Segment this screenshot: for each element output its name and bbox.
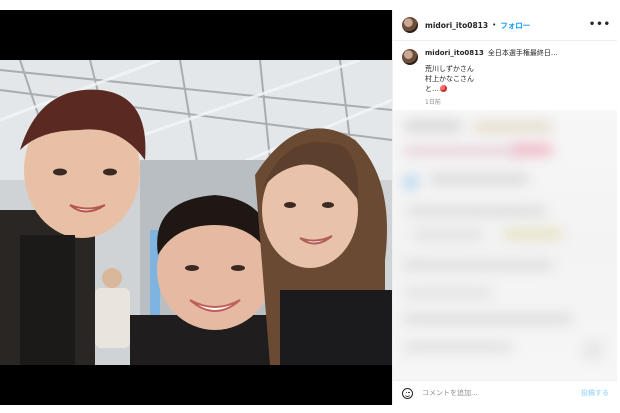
emoji-smile-icon[interactable]: [402, 387, 413, 399]
caption-avatar[interactable]: [402, 49, 418, 65]
follow-button[interactable]: フォロー: [500, 20, 530, 31]
post-media[interactable]: [0, 10, 392, 405]
comment-bar: 投稿する: [393, 380, 617, 405]
separator-dot: •: [492, 21, 497, 29]
post-photo: [0, 60, 392, 365]
red-heart-emoji: [440, 85, 447, 92]
more-options-icon[interactable]: •••: [589, 19, 611, 30]
caption-username[interactable]: midori_ito0813: [425, 49, 484, 57]
post-sidebar: midori_ito0813 • フォロー ••• midori_ito0813…: [392, 10, 617, 405]
profile-avatar[interactable]: [402, 17, 418, 33]
post-header: midori_ito0813 • フォロー •••: [393, 10, 617, 41]
selfie-photo: [0, 60, 392, 365]
caption: midori_ito0813 全日本選手権最終日… 荒川しずかさん 村上かなこさん…: [402, 48, 612, 108]
username-link[interactable]: midori_ito0813: [425, 21, 488, 30]
caption-line-2: 荒川しずかさん: [425, 65, 474, 73]
caption-line-1: 全日本選手権最終日…: [487, 49, 558, 57]
comment-input[interactable]: [420, 388, 574, 398]
caption-line-3: 村上かなこさん: [425, 75, 474, 83]
post-comment-button[interactable]: 投稿する: [581, 388, 609, 398]
instagram-post: midori_ito0813 • フォロー ••• midori_ito0813…: [0, 10, 617, 405]
comments-blurred: [393, 110, 617, 382]
page-frame: midori_ito0813 • フォロー ••• midori_ito0813…: [0, 0, 620, 413]
caption-line-4: と…: [425, 85, 439, 93]
post-timestamp: 1日前: [425, 99, 441, 106]
caption-text: midori_ito0813 全日本選手権最終日… 荒川しずかさん 村上かなこさん…: [425, 48, 558, 108]
